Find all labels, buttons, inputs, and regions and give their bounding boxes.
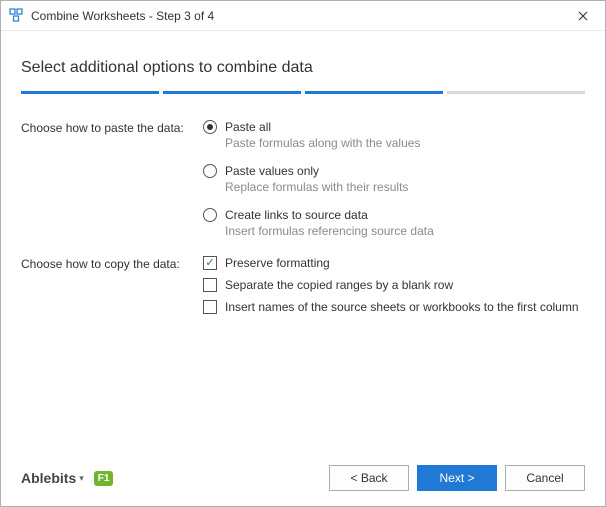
checkbox-icon	[203, 300, 217, 314]
help-badge[interactable]: F1	[94, 471, 114, 486]
step-progress	[21, 91, 585, 94]
radio-create-links[interactable]: Create links to source data Insert formu…	[203, 208, 585, 238]
step-seg-4	[447, 91, 585, 94]
next-button[interactable]: Next >	[417, 465, 497, 491]
radio-icon	[203, 208, 217, 222]
step-seg-2	[163, 91, 301, 94]
check-label: Preserve formatting	[225, 256, 330, 270]
step-seg-3	[305, 91, 443, 94]
wizard-window: Combine Worksheets - Step 3 of 4 Select …	[0, 0, 606, 507]
checkbox-icon	[203, 278, 217, 292]
check-label: Separate the copied ranges by a blank ro…	[225, 278, 453, 292]
copy-options: ✓ Preserve formatting Separate the copie…	[203, 256, 585, 322]
radio-desc: Insert formulas referencing source data	[225, 224, 585, 238]
titlebar: Combine Worksheets - Step 3 of 4	[1, 1, 605, 31]
checkbox-icon: ✓	[203, 256, 217, 270]
radio-desc: Paste formulas along with the values	[225, 136, 585, 150]
radio-paste-values[interactable]: Paste values only Replace formulas with …	[203, 164, 585, 194]
paste-options: Paste all Paste formulas along with the …	[203, 120, 585, 238]
radio-label: Paste values only	[225, 164, 319, 178]
radio-desc: Replace formulas with their results	[225, 180, 585, 194]
radio-label: Create links to source data	[225, 208, 368, 222]
footer: Ablebits ▾ F1 < Back Next > Cancel	[1, 450, 605, 506]
app-icon	[9, 8, 25, 24]
radio-icon	[203, 120, 217, 134]
back-button[interactable]: < Back	[329, 465, 409, 491]
radio-label: Paste all	[225, 120, 271, 134]
copy-section: Choose how to copy the data: ✓ Preserve …	[21, 256, 585, 322]
page-heading: Select additional options to combine dat…	[21, 59, 585, 77]
chevron-down-icon[interactable]: ▾	[79, 473, 84, 484]
radio-paste-all[interactable]: Paste all Paste formulas along with the …	[203, 120, 585, 150]
window-title: Combine Worksheets - Step 3 of 4	[31, 9, 561, 23]
check-separate-blank-row[interactable]: Separate the copied ranges by a blank ro…	[203, 278, 585, 292]
content-area: Select additional options to combine dat…	[1, 31, 605, 450]
paste-section-label: Choose how to paste the data:	[21, 120, 203, 238]
step-seg-1	[21, 91, 159, 94]
close-button[interactable]	[561, 1, 605, 31]
paste-section: Choose how to paste the data: Paste all …	[21, 120, 585, 238]
check-insert-names[interactable]: Insert names of the source sheets or wor…	[203, 300, 585, 314]
copy-section-label: Choose how to copy the data:	[21, 256, 203, 322]
cancel-button[interactable]: Cancel	[505, 465, 585, 491]
radio-icon	[203, 164, 217, 178]
brand-label[interactable]: Ablebits	[21, 470, 76, 486]
check-label: Insert names of the source sheets or wor…	[225, 300, 579, 314]
check-preserve-formatting[interactable]: ✓ Preserve formatting	[203, 256, 585, 270]
